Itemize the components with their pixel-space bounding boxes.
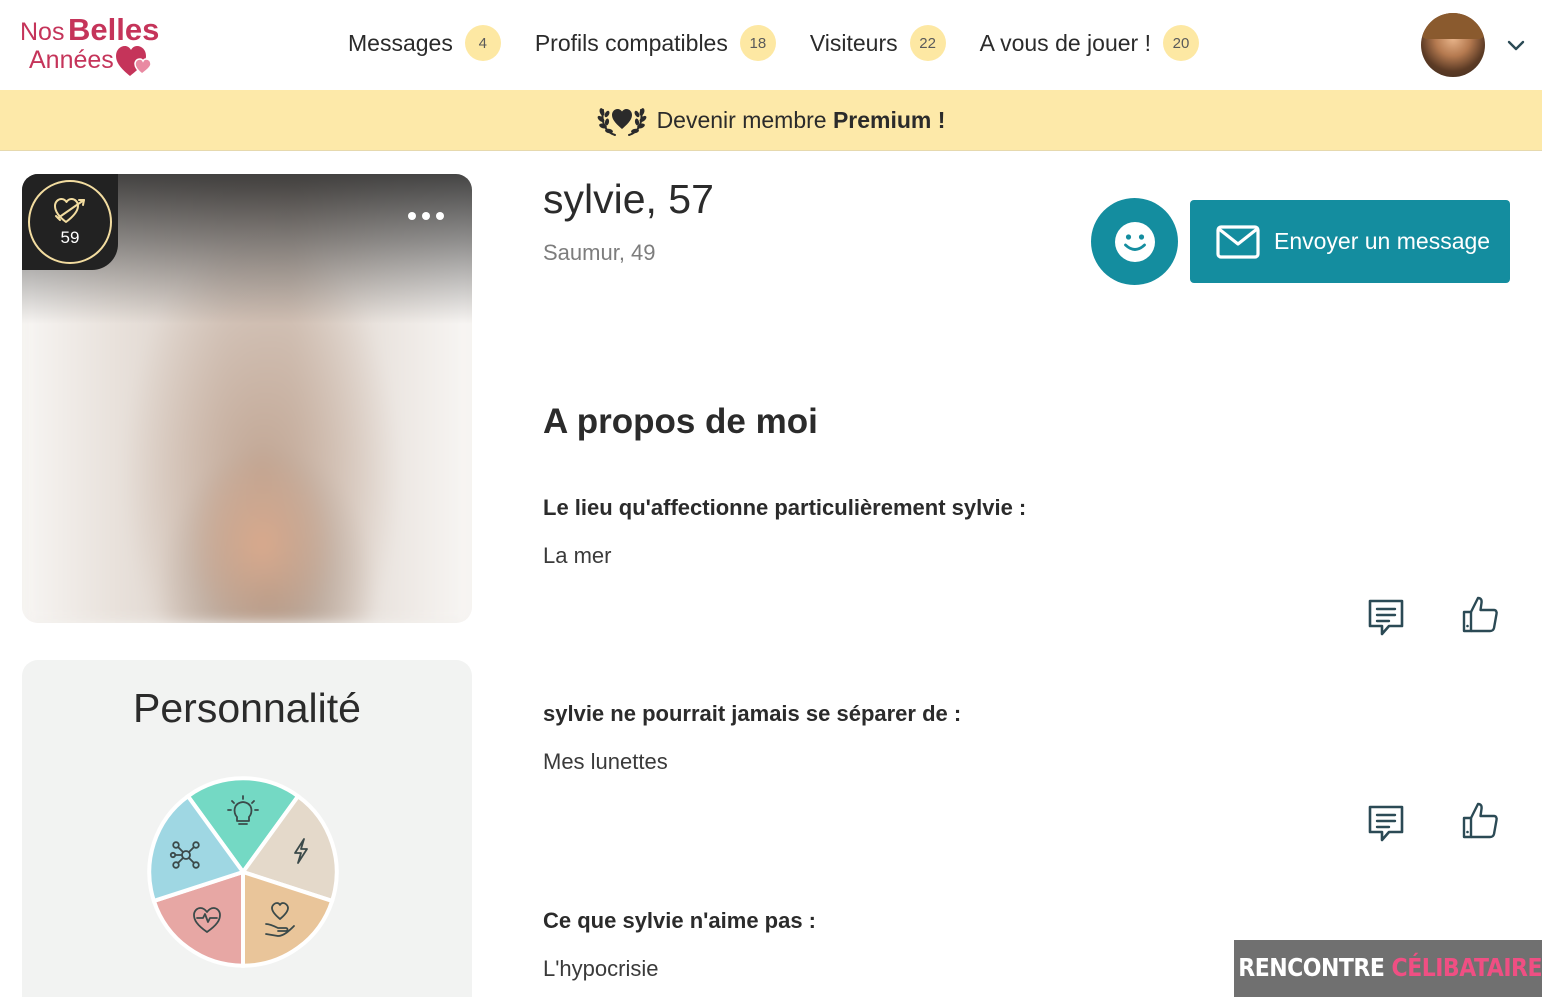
nav-your-turn-label: A vous de jouer ! xyxy=(979,29,1151,56)
main-nav: Messages 4 Profils compatibles 18 Visite… xyxy=(348,24,1233,62)
nav-compatible-profiles-badge: 18 xyxy=(739,25,776,61)
about-answer: Mes lunettes xyxy=(543,749,668,774)
chevron-down-icon[interactable] xyxy=(1505,34,1527,56)
nav-visitors-badge: 22 xyxy=(909,25,946,61)
profile-photo-card[interactable]: 59 xyxy=(22,174,472,623)
avatar-hair-shape xyxy=(1421,13,1485,39)
about-answer: La mer xyxy=(543,543,612,568)
laurel-heart-icon xyxy=(597,108,646,136)
nav-compatible-profiles-label: Profils compatibles xyxy=(534,29,728,56)
send-smile-button[interactable] xyxy=(1091,198,1178,285)
nav-messages[interactable]: Messages 4 xyxy=(348,25,501,61)
heart-arrow-icon xyxy=(54,198,85,223)
top-header: Nos Belles Années Messages 4 Profils com… xyxy=(0,0,1542,90)
premium-text-prefix: Devenir membre xyxy=(656,106,827,133)
comment-icon[interactable] xyxy=(1367,804,1405,844)
nav-your-turn[interactable]: A vous de jouer ! 20 xyxy=(980,25,1199,61)
about-question: Le lieu qu'affectionne particulièrement … xyxy=(543,495,1027,520)
logo-hearts-icon xyxy=(116,46,152,76)
profile-name-age: sylvie, 57 xyxy=(543,176,714,222)
compatibility-circle: 59 xyxy=(28,180,112,264)
send-message-label: Envoyer un message xyxy=(1274,228,1491,254)
site-logo[interactable]: Nos Belles Années xyxy=(20,12,170,80)
logo-text-nos: Nos xyxy=(20,18,65,46)
user-avatar[interactable] xyxy=(1421,13,1485,77)
more-options-icon[interactable] xyxy=(406,208,446,224)
about-item: Le lieu qu'affectionne particulièrement … xyxy=(543,495,1503,569)
premium-banner[interactable]: Devenir membre Premium ! xyxy=(0,90,1542,151)
nav-messages-badge: 4 xyxy=(464,25,501,61)
personality-card: Personnalité xyxy=(22,660,472,997)
compatibility-score: 59 xyxy=(60,228,80,247)
profile-location: Saumur, 49 xyxy=(543,240,656,265)
thumbs-up-icon[interactable] xyxy=(1461,594,1499,634)
about-item-actions xyxy=(1367,802,1507,848)
watermark: RENCONTRE CÉLIBATAIRE xyxy=(1234,940,1542,997)
smiley-icon xyxy=(1114,221,1155,262)
nav-compatible-profiles[interactable]: Profils compatibles 18 xyxy=(535,25,776,61)
premium-text-bold: Premium ! xyxy=(832,106,946,133)
watermark-text-part1: RENCONTRE xyxy=(1238,954,1385,983)
comment-icon[interactable] xyxy=(1367,598,1405,638)
envelope-icon xyxy=(1216,224,1260,259)
about-question: Ce que sylvie n'aime pas : xyxy=(543,908,817,933)
watermark-text-part2: CÉLIBATAIRE xyxy=(1391,954,1542,983)
personality-wheel[interactable] xyxy=(146,775,340,969)
nav-visitors[interactable]: Visiteurs 22 xyxy=(810,25,946,61)
about-section-title: A propos de moi xyxy=(543,402,818,441)
compatibility-badge[interactable]: 59 xyxy=(22,174,118,270)
send-message-button[interactable]: Envoyer un message xyxy=(1190,200,1510,283)
premium-banner-text: Devenir membre Premium ! xyxy=(657,107,946,134)
thumbs-up-icon[interactable] xyxy=(1461,800,1499,840)
about-question: sylvie ne pourrait jamais se séparer de … xyxy=(543,701,962,726)
logo-text-belles: Belles xyxy=(68,12,160,47)
about-item: sylvie ne pourrait jamais se séparer de … xyxy=(543,701,1503,775)
nav-messages-label: Messages xyxy=(348,29,453,56)
logo-text-annees: Années xyxy=(29,46,114,74)
personality-title: Personnalité xyxy=(133,685,361,731)
watermark-text: RENCONTRE CÉLIBATAIRE xyxy=(1238,954,1542,983)
nav-visitors-label: Visiteurs xyxy=(809,29,898,56)
nav-your-turn-badge: 20 xyxy=(1162,25,1199,61)
about-item-actions xyxy=(1367,596,1507,642)
